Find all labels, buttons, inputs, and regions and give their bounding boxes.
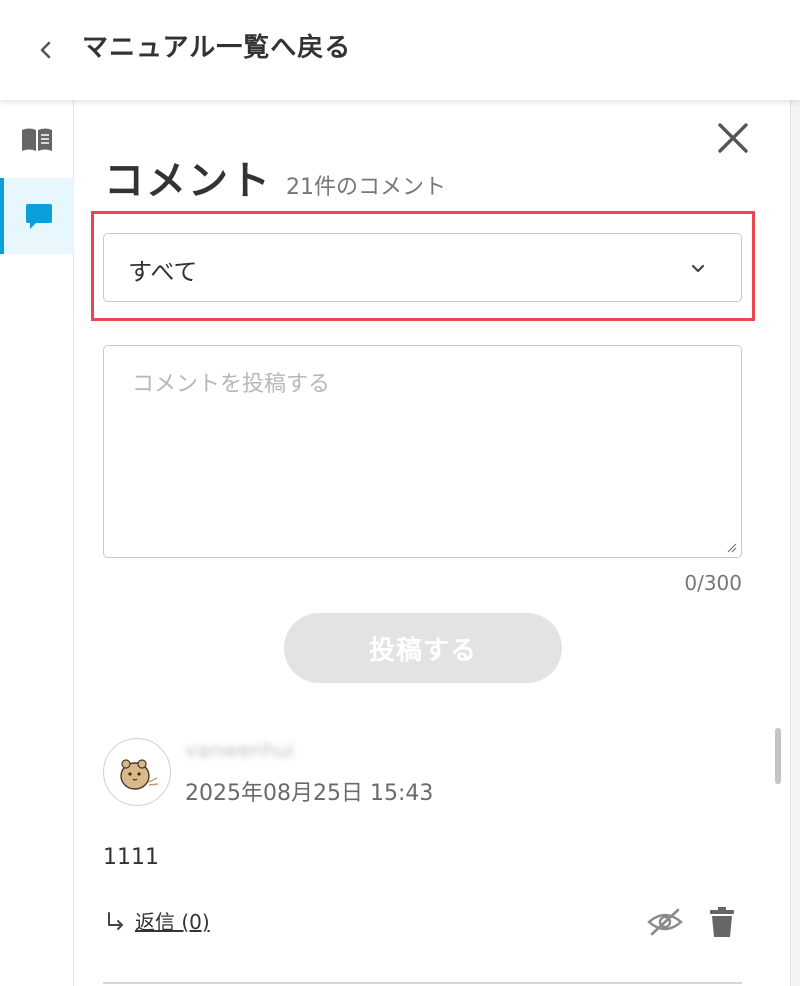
chevron-down-icon: [691, 264, 705, 273]
chevron-left-icon: [40, 41, 51, 59]
rail-item-comments[interactable]: [0, 178, 74, 254]
hamster-avatar-icon: [120, 759, 159, 790]
scroll-track: [790, 100, 800, 986]
comments-heading: コメント 21件のコメント: [104, 148, 446, 206]
comments-panel: コメント 21件のコメント すべて コメントを投稿する 0/300 投稿する v…: [75, 100, 790, 986]
trash-icon: [710, 907, 734, 937]
post-comment-button[interactable]: 投稿する: [284, 613, 562, 683]
top-bar: マニュアル一覧へ戻る: [0, 0, 800, 100]
book-icon: [22, 128, 52, 151]
comment-count: 21件のコメント: [286, 175, 446, 200]
character-counter: 0/300: [684, 571, 742, 595]
back-button[interactable]: [30, 34, 62, 66]
resize-handle-icon[interactable]: [725, 541, 737, 553]
comment-icon: [26, 204, 52, 229]
reply-label: 返信 (0): [135, 910, 210, 934]
avatar: [103, 738, 171, 806]
comment-input[interactable]: コメントを投稿する: [103, 345, 742, 558]
comment-body: 1111: [103, 845, 159, 870]
reply-link[interactable]: 返信 (0): [105, 906, 210, 935]
side-rail: [0, 100, 74, 986]
reply-arrow-icon: [108, 911, 123, 930]
filter-selected-value: すべて: [128, 258, 198, 286]
eye-off-icon: [647, 908, 683, 936]
rail-item-manual[interactable]: [0, 102, 74, 178]
page-title: コメント: [104, 158, 272, 204]
close-button[interactable]: [713, 118, 753, 158]
comment-username: vanwenhui: [185, 738, 295, 762]
hide-comment-button[interactable]: [645, 906, 685, 938]
comment-timestamp: 2025年08月25日 15:43: [185, 781, 434, 806]
comment-input-placeholder: コメントを投稿する: [132, 372, 331, 397]
delete-comment-button[interactable]: [707, 904, 737, 940]
back-to-manual-list-link[interactable]: マニュアル一覧へ戻る: [82, 28, 351, 68]
comment-divider: [103, 982, 742, 984]
comment-filter-select[interactable]: すべて: [103, 233, 742, 302]
scrollbar-thumb[interactable]: [775, 728, 781, 784]
close-icon: [718, 123, 748, 153]
